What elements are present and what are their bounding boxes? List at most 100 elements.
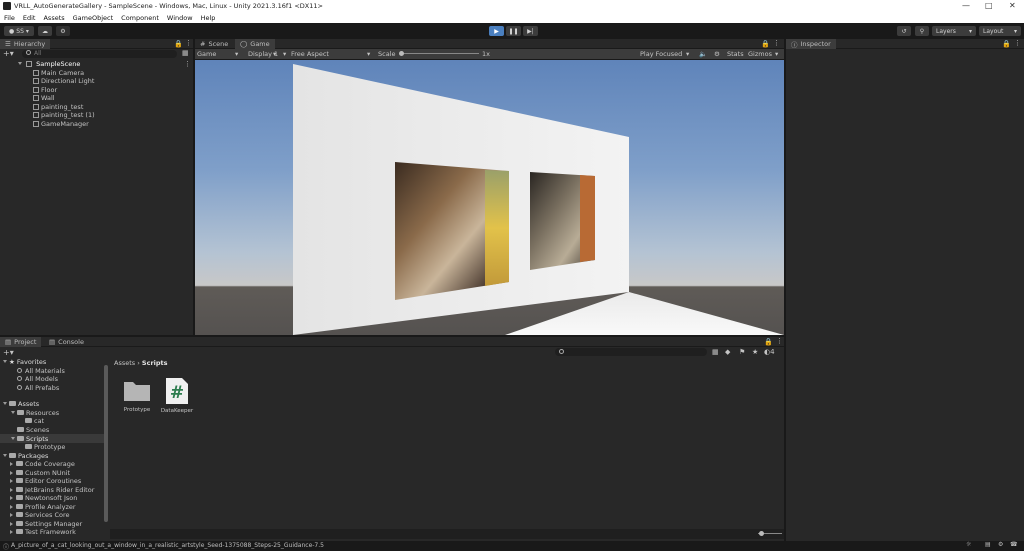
pause-button[interactable]: ❚❚ xyxy=(506,26,521,36)
tab-console[interactable]: ▤ Console xyxy=(44,337,89,347)
stats-button[interactable]: Stats xyxy=(727,50,744,58)
tab-project[interactable]: ▤ Project xyxy=(0,337,42,347)
kebab-menu-icon[interactable]: ⋮ xyxy=(773,39,780,47)
game-mode-dropdown[interactable]: Game xyxy=(197,50,216,58)
scale-slider-handle[interactable] xyxy=(399,51,404,56)
scene-root[interactable]: SampleScene xyxy=(18,60,80,68)
scale-slider[interactable] xyxy=(401,53,479,54)
filter-type-icon[interactable]: ▦ xyxy=(712,348,719,356)
folder-item[interactable]: Resources xyxy=(11,409,59,417)
menu-assets[interactable]: Assets xyxy=(43,14,64,22)
asset-tile-datakeeper[interactable]: # DataKeeper xyxy=(160,377,194,414)
layers-dropdown[interactable]: Layers ▾ xyxy=(932,26,976,36)
expand-arrow-icon[interactable] xyxy=(3,360,7,363)
hierarchy-item[interactable]: GameManager xyxy=(33,120,89,128)
game-viewport[interactable] xyxy=(195,60,784,335)
breadcrumb-assets[interactable]: Assets xyxy=(114,359,135,367)
minimize-icon[interactable]: — xyxy=(962,1,970,10)
hierarchy-item[interactable]: Directional Light xyxy=(33,77,94,85)
package-item[interactable]: JetBrains Rider Editor xyxy=(10,486,94,494)
favorite-item[interactable]: All Models xyxy=(17,375,58,383)
tab-game[interactable]: ◯ Game xyxy=(235,39,275,49)
hierarchy-item[interactable]: painting_test (1) xyxy=(33,111,95,119)
expand-arrow-icon[interactable] xyxy=(10,530,13,534)
tab-scene[interactable]: # Scene xyxy=(195,39,233,49)
folder-item-selected[interactable]: Scripts xyxy=(11,435,48,443)
search-button[interactable]: ⚲ xyxy=(915,26,929,36)
hidden-packages-icon[interactable]: ◐4 xyxy=(764,348,775,356)
favorite-item[interactable]: All Materials xyxy=(17,367,65,375)
tag-icon[interactable]: ⚑ xyxy=(739,348,745,356)
expand-arrow-icon[interactable] xyxy=(18,62,22,65)
scene-visibility-icon[interactable]: ▦ xyxy=(182,49,189,57)
add-icon[interactable]: +▾ xyxy=(3,49,14,58)
assets-header[interactable]: Assets xyxy=(3,400,39,408)
tree-scrollbar[interactable] xyxy=(104,365,108,522)
settings-icon[interactable]: ⚙ xyxy=(714,50,720,58)
expand-arrow-icon[interactable] xyxy=(10,513,13,517)
kebab-menu-icon[interactable]: ⋮ xyxy=(776,337,783,345)
expand-arrow-icon[interactable] xyxy=(3,454,7,457)
expand-arrow-icon[interactable] xyxy=(11,437,15,440)
favorites-header[interactable]: ★ Favorites xyxy=(3,358,46,366)
package-item[interactable]: Editor Coroutines xyxy=(10,477,81,485)
menu-window[interactable]: Window xyxy=(167,14,193,22)
lock-icon[interactable]: 🔒 xyxy=(761,40,770,48)
menu-gameobject[interactable]: GameObject xyxy=(73,14,114,22)
menu-component[interactable]: Component xyxy=(121,14,159,22)
step-button[interactable]: ▶| xyxy=(523,26,538,36)
folder-item[interactable]: cat xyxy=(25,417,44,425)
kebab-menu-icon[interactable]: ⋮ xyxy=(1014,39,1021,47)
favorite-star-icon[interactable]: ★ xyxy=(752,348,758,356)
hierarchy-item[interactable]: painting_test xyxy=(33,103,83,111)
layout-dropdown[interactable]: Layout ▾ xyxy=(979,26,1021,36)
notification-icon[interactable]: ☎ xyxy=(1010,541,1017,548)
menu-edit[interactable]: Edit xyxy=(23,14,36,22)
expand-arrow-icon[interactable] xyxy=(10,471,13,475)
maximize-icon[interactable]: □ xyxy=(985,1,993,10)
network-icon[interactable]: ☼ xyxy=(966,541,971,548)
lock-icon[interactable]: 🔒 xyxy=(764,338,773,346)
expand-arrow-icon[interactable] xyxy=(10,488,13,492)
project-search-input[interactable] xyxy=(555,348,707,356)
icon-size-slider-handle[interactable] xyxy=(759,531,764,536)
folder-item[interactable]: Scenes xyxy=(17,426,49,434)
close-icon[interactable]: ✕ xyxy=(1009,1,1016,10)
package-item[interactable]: Profile Analyzer xyxy=(10,503,76,511)
filter-label-icon[interactable]: ◆ xyxy=(725,348,730,356)
gizmos-button[interactable]: Gizmos xyxy=(748,50,772,58)
speaker-icon[interactable]: 🔈 xyxy=(699,50,707,58)
scene-menu-icon[interactable]: ⋮ xyxy=(184,60,191,68)
hierarchy-item[interactable]: Floor xyxy=(33,86,57,94)
package-item[interactable]: Code Coverage xyxy=(10,460,75,468)
menu-file[interactable]: File xyxy=(4,14,15,22)
package-item[interactable]: Newtonsoft Json xyxy=(10,494,77,502)
expand-arrow-icon[interactable] xyxy=(10,496,13,500)
progress-icon[interactable]: ▤ xyxy=(985,541,991,548)
favorite-item[interactable]: All Prefabs xyxy=(17,384,59,392)
tab-hierarchy[interactable]: ☰ Hierarchy xyxy=(0,39,51,49)
debug-icon[interactable]: ⚙ xyxy=(998,541,1003,548)
kebab-menu-icon[interactable]: ⋮ xyxy=(185,39,192,47)
lock-icon[interactable]: 🔒 xyxy=(1002,40,1011,48)
status-message[interactable]: A_picture_of_a_cat_looking_out_a_window_… xyxy=(11,542,324,549)
play-button[interactable]: ▶ xyxy=(489,26,504,36)
account-button[interactable]: ● SS ▾ xyxy=(4,26,34,36)
play-focused-dropdown[interactable]: Play Focused xyxy=(640,50,682,58)
tab-inspector[interactable]: ⓘ Inspector xyxy=(786,39,836,49)
package-item[interactable]: Custom NUnit xyxy=(10,469,70,477)
expand-arrow-icon[interactable] xyxy=(10,479,13,483)
package-item[interactable]: Test Framework xyxy=(10,528,76,536)
history-button[interactable]: ↺ xyxy=(897,26,911,36)
hierarchy-search-input[interactable]: All xyxy=(22,50,177,58)
folder-item[interactable]: Prototype xyxy=(25,443,65,451)
add-icon[interactable]: +▾ xyxy=(3,348,14,357)
expand-arrow-icon[interactable] xyxy=(10,462,13,466)
menu-help[interactable]: Help xyxy=(201,14,216,22)
hierarchy-item[interactable]: Main Camera xyxy=(33,69,84,77)
expand-arrow-icon[interactable] xyxy=(10,505,13,509)
asset-tile-prototype[interactable]: Prototype xyxy=(121,377,153,413)
aspect-dropdown[interactable]: Free Aspect xyxy=(291,50,329,58)
hierarchy-item[interactable]: Wall xyxy=(33,94,55,102)
package-item[interactable]: Services Core xyxy=(10,511,70,519)
